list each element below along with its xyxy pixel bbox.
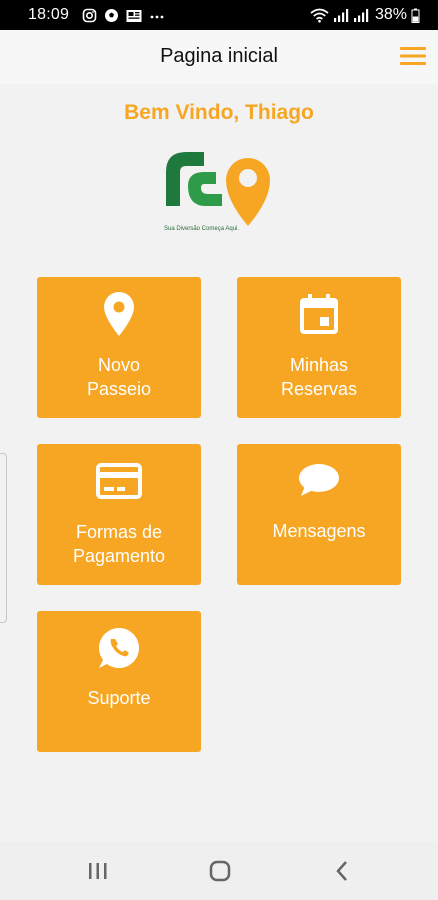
signal-icon [333, 8, 349, 22]
system-nav-bar [0, 842, 438, 900]
rd-logo-icon [166, 152, 270, 226]
signal-icon [353, 8, 369, 22]
welcome-message: Bem Vindo, Thiago [124, 101, 314, 124]
logo-tagline: Sua Diversão Começa Aqui. [164, 226, 240, 232]
tile-label-line2: Reservas [280, 379, 358, 399]
back-icon [336, 861, 347, 881]
location-pin-icon [104, 292, 134, 336]
status-bar: 18:09 38% [0, 0, 438, 30]
new-tour-tile[interactable]: Novo Passeio [37, 277, 201, 418]
system-status-icons: 38% [310, 6, 420, 24]
notification-icons [82, 8, 165, 23]
payment-methods-tile[interactable]: Formas de Pagamento [37, 444, 201, 585]
tile-label-line2: Pagamento [72, 546, 166, 566]
tile-label-line1: Formas de [75, 522, 163, 542]
tile-label-line2: Passeio [86, 379, 152, 399]
recent-apps-icon [89, 863, 107, 879]
calendar-icon [300, 294, 338, 334]
messages-tile[interactable]: Mensagens [237, 444, 401, 585]
app-logo: Sua Diversão Começa Aqui. [160, 142, 280, 240]
wifi-icon [310, 8, 329, 22]
more-dots-icon [150, 15, 164, 18]
tile-label: Suporte [87, 688, 151, 708]
instagram-icon [82, 8, 97, 23]
menu-button[interactable] [400, 45, 426, 67]
tile-label-line1: Minhas [289, 355, 349, 375]
back-button[interactable] [330, 859, 356, 883]
edge-panel-handle[interactable] [0, 453, 7, 623]
page-title: Pagina inicial [160, 45, 278, 67]
battery-icon [411, 8, 420, 23]
recent-apps-button[interactable] [85, 859, 111, 883]
my-reservations-tile[interactable]: Minhas Reservas [237, 277, 401, 418]
tile-label-line1: Novo [97, 355, 141, 375]
soccer-ball-icon [105, 9, 118, 22]
chat-bubble-icon [299, 464, 339, 496]
hamburger-menu-icon [400, 47, 426, 65]
tile-label: Mensagens [272, 521, 366, 541]
whatsapp-icon [99, 628, 139, 668]
credit-card-icon [96, 463, 142, 499]
support-tile[interactable]: Suporte [37, 611, 201, 752]
home-button[interactable] [207, 859, 233, 883]
battery-level: 38% [374, 6, 407, 23]
news-icon [126, 9, 142, 22]
home-icon [209, 860, 231, 882]
app-header: Pagina inicial [0, 30, 438, 84]
status-time: 18:09 [28, 6, 70, 23]
